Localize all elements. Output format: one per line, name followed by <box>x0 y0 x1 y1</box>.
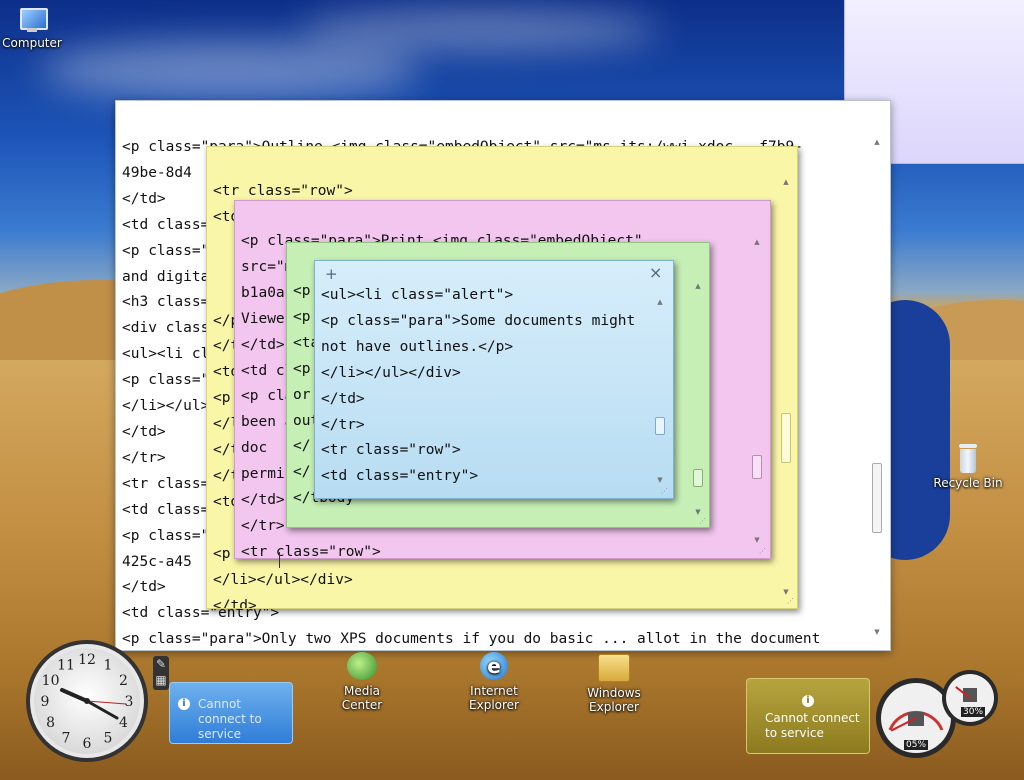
new-note-button[interactable]: + <box>325 265 338 283</box>
scroll-down-icon[interactable]: ▼ <box>693 507 703 517</box>
desktop-icon-windows-explorer[interactable]: Windows Explorer <box>584 654 644 714</box>
scroll-thumb[interactable] <box>752 455 762 479</box>
scroll-up-icon[interactable]: ▲ <box>752 237 762 247</box>
desktop-icon-recycle-bin[interactable]: Recycle Bin <box>930 444 1006 490</box>
scroll-thumb[interactable] <box>655 417 665 435</box>
clock-gadget[interactable]: 12 1 2 3 4 5 6 7 8 9 10 11 <box>24 638 150 764</box>
scroll-down-icon[interactable]: ▼ <box>781 587 791 597</box>
scroll-thumb[interactable] <box>872 463 882 533</box>
desktop-icon-label: Recycle Bin <box>933 476 1003 490</box>
clock-numeral: 12 <box>78 652 96 668</box>
close-note-button[interactable]: × <box>649 263 662 282</box>
resize-grip-icon[interactable]: ⋰ <box>699 517 707 525</box>
desktop-icon-internet-explorer[interactable]: e Internet Explorer <box>464 652 524 712</box>
text-line: not have outlines.</p> <box>321 338 514 355</box>
clock-numeral: 2 <box>119 673 128 689</box>
text-line: <td class="entry"> <box>321 468 479 485</box>
scroll-up-icon[interactable]: ▲ <box>655 297 665 307</box>
note-scrollbar[interactable]: ▲ ▼ <box>655 297 665 487</box>
main-scrollbar[interactable]: ▲ ▼ <box>872 137 882 637</box>
scroll-down-icon[interactable]: ▼ <box>655 475 665 485</box>
desktop-icon-computer[interactable]: Computer <box>2 6 62 50</box>
text-line: </li></ul></div> <box>321 364 461 381</box>
resize-grip-icon[interactable]: ⋰ <box>759 547 767 555</box>
resize-grip-icon[interactable]: ⋰ <box>661 487 669 495</box>
scroll-thumb[interactable] <box>781 413 791 463</box>
text-line: </li></ul></div> <box>213 571 353 588</box>
clock-numeral: 4 <box>119 715 128 731</box>
text-line: <tr class="row"> <box>241 543 381 559</box>
clock-numeral: 3 <box>125 694 134 710</box>
desktop-icon-label: Media Center <box>341 684 383 712</box>
clock-face: 12 12 3 45678 9 1011 <box>26 640 148 762</box>
feed-status-text: Cannot connect to service <box>198 697 262 741</box>
text-line: </td> <box>213 597 257 609</box>
ram-percent: 30% <box>961 707 986 717</box>
clock-numeral: 10 <box>42 673 60 689</box>
sticky-note-blue[interactable]: + × <ul><li class="alert"> <p class="para… <box>314 260 674 499</box>
note-scrollbar[interactable]: ▲ ▼ <box>752 237 762 547</box>
scroll-up-icon[interactable]: ▲ <box>693 281 703 291</box>
desktop-icon-media-center[interactable]: Media Center <box>324 652 400 712</box>
desktop-icon-label: Windows Explorer <box>587 686 641 714</box>
note-scrollbar[interactable]: ▲ ▼ <box>693 281 703 517</box>
text-line: </td> <box>321 390 365 407</box>
text-line: <ul><li class="alert"> <box>321 287 514 303</box>
clock-numeral: 8 <box>46 715 55 731</box>
clock-numeral: 1 <box>104 658 113 674</box>
text-line: <p class="para">Only two XPS documents i… <box>122 631 821 648</box>
scroll-up-icon[interactable]: ▲ <box>781 177 791 187</box>
recycle-bin-icon <box>957 444 979 474</box>
feed-gadget-right[interactable]: i Cannot connect to service <box>746 678 870 754</box>
cpu-percent: 05% <box>904 740 929 750</box>
scroll-up-icon[interactable]: ▲ <box>872 137 882 147</box>
scroll-down-icon[interactable]: ▼ <box>752 535 762 545</box>
desktop-icon-label: Computer <box>2 36 62 50</box>
clock-numeral: 6 <box>83 736 92 752</box>
clock-numeral: 5 <box>104 730 113 746</box>
internet-explorer-icon: e <box>480 652 508 680</box>
text-line: <p class="para">Some documents might <box>321 312 636 329</box>
scroll-thumb[interactable] <box>693 469 703 487</box>
clock-numeral: 11 <box>57 658 75 674</box>
resize-grip-icon[interactable]: ⋰ <box>787 597 795 605</box>
windows-explorer-icon <box>598 654 630 682</box>
clock-numeral: 7 <box>62 730 71 746</box>
computer-icon <box>17 6 48 34</box>
desktop-icon-label: Internet Explorer <box>469 684 519 712</box>
clock-numeral: 9 <box>41 694 50 710</box>
feed-gadget-left[interactable]: i Cannot connect to service <box>169 682 293 744</box>
media-center-icon <box>347 652 377 680</box>
note-scrollbar[interactable]: ▲ ▼ <box>781 177 791 597</box>
gadget-tools-icon[interactable]: ✎ ▦ <box>153 656 169 690</box>
text-line: <tr class="row"> <box>321 442 461 459</box>
cpu-meter-gadget[interactable]: 05% 30% <box>874 668 1004 764</box>
text-line: </tr> <box>321 416 365 433</box>
feed-status-text: Cannot connect to service <box>765 711 860 740</box>
note-text[interactable]: <ul><li class="alert"> <p class="para">So… <box>321 283 635 490</box>
info-icon: i <box>802 695 814 707</box>
info-icon: i <box>178 698 190 710</box>
text-cursor-icon <box>279 552 282 568</box>
scroll-down-icon[interactable]: ▼ <box>872 627 882 637</box>
